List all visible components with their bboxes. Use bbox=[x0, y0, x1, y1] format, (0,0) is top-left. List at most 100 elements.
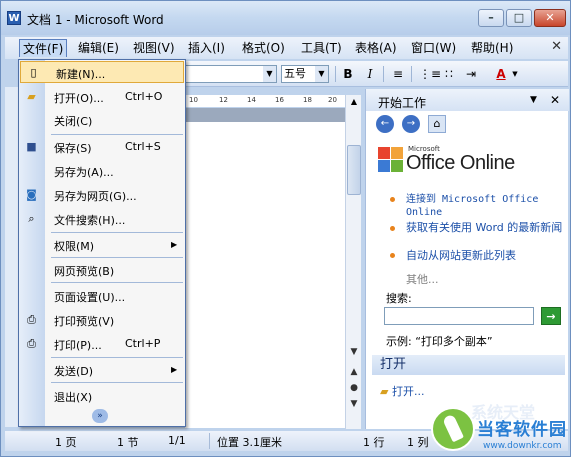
menu-item-label: 另存为(A)... bbox=[54, 166, 114, 179]
italic-button[interactable]: I bbox=[362, 66, 378, 83]
vertical-scrollbar[interactable]: ▲ ▼ ▲ ● ▼ bbox=[345, 95, 361, 429]
menu-item-close[interactable]: 关闭(C) bbox=[19, 109, 185, 131]
indent-icon[interactable]: ⇥ bbox=[463, 66, 479, 83]
search-input[interactable] bbox=[384, 307, 534, 325]
home-icon[interactable]: ⌂ bbox=[428, 115, 446, 133]
scroll-thumb[interactable] bbox=[347, 145, 361, 195]
getting-started-task-pane: 开始工作 ▼ ✕ ← → ⌂ Microsoft Office Online 连… bbox=[365, 89, 569, 429]
expand-menu-icon[interactable]: » bbox=[92, 409, 108, 423]
menu-item-label: 文件搜索(H)... bbox=[54, 214, 126, 227]
toolbar-separator bbox=[335, 66, 336, 82]
menu-item-page-setup[interactable]: 页面设置(U)... bbox=[19, 285, 185, 307]
back-arrow-icon[interactable]: ← bbox=[376, 115, 394, 133]
menu-separator bbox=[51, 257, 183, 258]
menu-edit[interactable]: 编辑(E) bbox=[75, 39, 122, 57]
menu-help[interactable]: 帮助(H) bbox=[468, 39, 516, 57]
menu-view[interactable]: 视图(V) bbox=[130, 39, 178, 57]
menu-item-label: 打开(O)... bbox=[54, 92, 104, 105]
menu-item-print-preview[interactable]: ⎙ 打印预览(V) bbox=[19, 309, 185, 331]
align-center-icon[interactable]: ≡ bbox=[390, 66, 406, 83]
window-title: 文档 1 - Microsoft Word bbox=[27, 13, 164, 27]
bold-button[interactable]: B bbox=[340, 66, 356, 83]
menu-file[interactable]: 文件(F) bbox=[19, 39, 68, 57]
status-position: 位置 3.1厘米 bbox=[217, 436, 282, 449]
word-window: W 文档 1 - Microsoft Word – □ ✕ 文件(F) 编辑(E… bbox=[0, 0, 571, 457]
menu-window[interactable]: 窗口(W) bbox=[408, 39, 459, 57]
close-document-icon[interactable]: ✕ bbox=[551, 39, 562, 54]
menu-item-shortcut: Ctrl+P bbox=[125, 337, 161, 350]
office-online-logo: Microsoft Office Online bbox=[378, 145, 563, 175]
menu-item-permission[interactable]: 权限(M) ▶ bbox=[19, 234, 185, 256]
menu-insert[interactable]: 插入(I) bbox=[185, 39, 228, 57]
chevron-down-icon[interactable]: ▼ bbox=[315, 66, 328, 82]
status-page: 1 页 bbox=[55, 436, 77, 449]
menu-item-label: 权限(M) bbox=[54, 240, 95, 253]
maximize-button[interactable]: □ bbox=[506, 9, 532, 27]
bullet-icon bbox=[390, 197, 395, 202]
menu-item-send[interactable]: 发送(D) ▶ bbox=[19, 359, 185, 381]
toolbar-separator bbox=[383, 66, 384, 82]
new-document-icon: ▯ bbox=[30, 66, 37, 79]
menu-item-save-as[interactable]: 另存为(A)... bbox=[19, 160, 185, 182]
menu-item-open[interactable]: ▰ 打开(O)... Ctrl+O bbox=[19, 86, 185, 108]
link-auto-update[interactable]: 自动从网站更新此列表 bbox=[406, 249, 516, 262]
submenu-arrow-icon: ▶ bbox=[171, 240, 178, 249]
menu-separator bbox=[51, 382, 183, 383]
previous-page-icon[interactable]: ▲ bbox=[347, 365, 361, 379]
watermark-logo-icon bbox=[431, 407, 475, 451]
task-pane-menu-icon[interactable]: ▼ bbox=[530, 95, 537, 105]
numbered-list-icon[interactable]: ⋮≡ bbox=[419, 66, 441, 83]
menu-item-label: 打印预览(V) bbox=[54, 315, 115, 328]
save-disk-icon: ■ bbox=[26, 140, 37, 153]
next-page-icon[interactable]: ▼ bbox=[347, 397, 361, 411]
scroll-up-icon[interactable]: ▲ bbox=[347, 95, 361, 109]
font-size-value: 五号 bbox=[284, 67, 306, 80]
menu-item-file-search[interactable]: ⌕ 文件搜索(H)... bbox=[19, 208, 185, 230]
word-app-icon[interactable]: W bbox=[7, 11, 21, 25]
menu-item-label: 保存(S) bbox=[54, 142, 92, 155]
web-page-icon: ◙ bbox=[26, 188, 37, 201]
status-separator bbox=[209, 433, 210, 449]
close-window-button[interactable]: ✕ bbox=[534, 9, 566, 27]
menu-format[interactable]: 格式(O) bbox=[239, 39, 288, 57]
menu-tools[interactable]: 工具(T) bbox=[298, 39, 345, 57]
menu-item-label: 页面设置(U)... bbox=[54, 291, 126, 304]
menu-item-label: 网页预览(B) bbox=[54, 265, 115, 278]
chevron-down-icon[interactable]: ▼ bbox=[507, 66, 523, 83]
menu-item-web-preview[interactable]: 网页预览(B) bbox=[19, 259, 185, 281]
scroll-down-icon[interactable]: ▼ bbox=[347, 345, 361, 359]
link-connect-office-online[interactable]: 连接到 Microsoft Office Online bbox=[406, 193, 556, 219]
link-more[interactable]: 其他... bbox=[406, 271, 439, 287]
ruler-tick: 18 bbox=[303, 96, 312, 104]
chevron-down-icon[interactable]: ▼ bbox=[263, 66, 276, 82]
open-folder-icon: ▰ bbox=[380, 385, 389, 398]
select-browse-object-icon[interactable]: ● bbox=[347, 381, 361, 395]
menu-item-label: 关闭(C) bbox=[54, 115, 93, 128]
forward-arrow-icon[interactable]: → bbox=[402, 115, 420, 133]
menu-item-exit[interactable]: 退出(X) bbox=[19, 385, 185, 407]
ruler-tick: 20 bbox=[328, 96, 337, 104]
menu-item-new[interactable]: ▯ 新建(N)... bbox=[20, 61, 184, 83]
minimize-button[interactable]: – bbox=[478, 9, 504, 27]
toolbar-separator bbox=[411, 66, 412, 82]
close-icon[interactable]: ✕ bbox=[550, 93, 560, 107]
link-latest-news[interactable]: 获取有关使用 Word 的最新新闻 bbox=[406, 221, 566, 234]
open-folder-icon: ▰ bbox=[27, 90, 36, 103]
menu-table[interactable]: 表格(A) bbox=[352, 39, 400, 57]
horizontal-ruler[interactable]: 10 12 14 16 18 20 bbox=[185, 95, 345, 107]
search-label: 搜索: bbox=[386, 292, 412, 305]
formatting-toolbar: ▼ 五号 ▼ B I ≡ ⋮≡ ∷ ⇥ A ▼ bbox=[185, 61, 568, 87]
font-name-combo[interactable]: ▼ bbox=[185, 65, 277, 83]
bulleted-list-icon[interactable]: ∷ bbox=[441, 66, 457, 83]
menu-item-save-as-web-page[interactable]: ◙ 另存为网页(G)... bbox=[19, 184, 185, 206]
submenu-arrow-icon: ▶ bbox=[171, 365, 178, 374]
open-link-label: 打开... bbox=[391, 385, 425, 398]
file-menu-dropdown: ▯ 新建(N)... ▰ 打开(O)... Ctrl+O 关闭(C) ■ 保存(… bbox=[18, 59, 186, 427]
search-go-button[interactable]: → bbox=[541, 307, 561, 325]
menu-item-save[interactable]: ■ 保存(S) Ctrl+S bbox=[19, 136, 185, 158]
open-file-link[interactable]: ▰ 打开... bbox=[380, 383, 424, 399]
menu-item-print[interactable]: ⎙ 打印(P)... Ctrl+P bbox=[19, 333, 185, 355]
document-canvas[interactable] bbox=[185, 122, 345, 428]
bullet-icon bbox=[390, 253, 395, 258]
font-size-combo[interactable]: 五号 ▼ bbox=[281, 65, 329, 83]
